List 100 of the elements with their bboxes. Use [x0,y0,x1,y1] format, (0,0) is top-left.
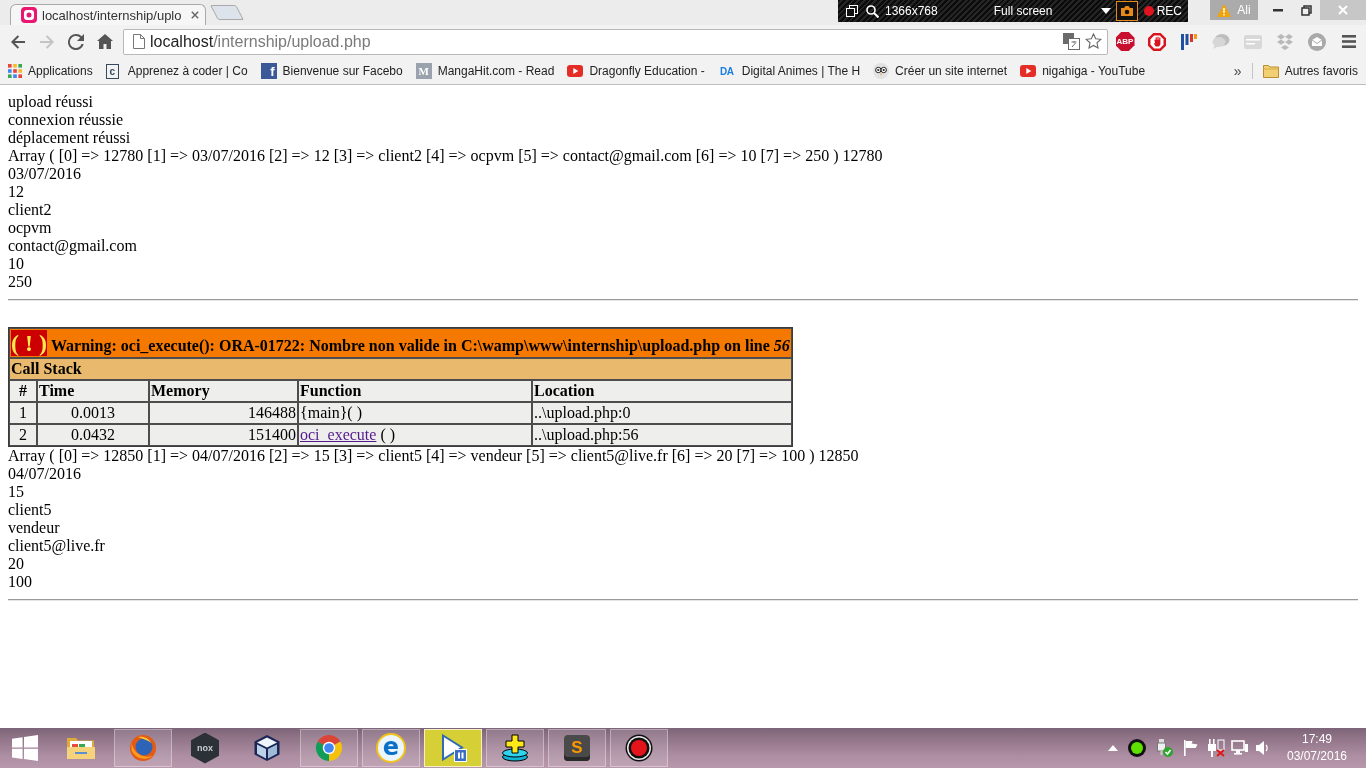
menu-icon[interactable] [1342,35,1356,48]
warning-symbol: ( ! ) [11,330,47,356]
network-icon[interactable] [1231,740,1249,756]
caret-icon[interactable] [1100,8,1111,14]
overlapping-squares-icon[interactable] [846,5,858,17]
taskbar-button[interactable]: nox [176,729,234,767]
folder-icon [1262,64,1279,78]
close-icon[interactable] [191,11,200,19]
text-line: contact@gmail.com [8,237,137,255]
app-logo: S [564,735,590,761]
address-field[interactable]: localhost/internship/upload.php [150,32,1058,51]
text-line: 15 [8,483,24,501]
camera-icon[interactable] [1115,1,1138,21]
search-icon[interactable] [866,4,879,18]
plug-check-icon[interactable] [1154,739,1173,757]
column-header: Location [532,380,792,402]
extension-button[interactable]: ABP [1115,32,1135,51]
column-header: Function [298,380,532,402]
bookmark[interactable]: nigahiga - YouTube [1016,60,1150,82]
text-line: client2 [8,201,52,219]
hand-stop-icon[interactable] [1148,32,1166,51]
text-line: upload réussi [8,93,93,111]
table-cell: oci_execute ( ) [298,424,532,446]
text-line: 12 [8,183,24,201]
function-link[interactable]: oci_execute [300,426,377,443]
play-icon [439,734,467,762]
text-line: ocpvm [8,219,52,237]
plus-stack-icon [501,734,529,762]
video-play-icon [567,65,584,77]
apps-grid-icon [8,64,22,78]
text-line: déplacement réussi [8,129,131,147]
bookmark-folder[interactable]: Autres favoris [1258,60,1362,82]
call-stack-header: Call Stack [9,358,792,380]
text-line: 250 [8,273,32,291]
clock-date: 03/07/2016 [1286,748,1348,765]
bookmark[interactable]: f Bienvenue sur Facebo [256,60,407,82]
clock-time: 17:49 [1302,731,1332,748]
text-line: client5 [8,501,52,519]
site-logo: f [260,63,277,79]
bars-icon[interactable] [1181,33,1197,50]
table-cell: ..\upload.php:56 [532,424,792,446]
address-bar[interactable]: localhost/internship/upload.php [123,28,1108,55]
bookmark[interactable]: DA Digital Animes | The H [713,60,865,82]
record-status: REC [1156,4,1182,18]
table-cell: 2 [9,424,37,446]
browser-tab[interactable]: localhost/internship/uplo [10,4,206,25]
video-play-icon [1020,65,1037,77]
table-cell: 0.0013 [37,402,149,424]
warning-message: Warning: oci_execute(): ORA-01722: Nombre non valide in C:\wamp\www\internship\upload.php on line 56 [51,337,790,354]
text-line: 03/07/2016 [8,165,81,183]
column-header: Memory [149,380,298,402]
bookmark[interactable]: Dragonfly Education - [563,60,709,82]
triangle-up-icon[interactable] [1108,745,1118,751]
record-dot-icon [1143,6,1154,16]
plug-cross-icon[interactable] [1206,739,1225,757]
flag-icon[interactable] [1182,740,1199,756]
fox-globe-icon [129,734,157,762]
bookmark[interactable]: Créer un site internet [869,60,1012,82]
minimize-icon [1273,8,1283,12]
circle-logo-icon [315,734,343,762]
translate-icon[interactable] [1063,33,1080,50]
home-icon[interactable] [96,34,113,49]
bookmark[interactable]: M MangaHit.com - Read [411,60,559,82]
text-line: 20 [8,555,24,573]
window-panes-icon [12,735,38,761]
taskbar-button[interactable]: S [548,729,606,767]
text-line: 10 [8,255,24,273]
column-header: Time [37,380,149,402]
site-logo-icon [21,7,37,23]
text-line: Array ( [0] => 12850 [1] => 04/07/2016 [2] => 15 [3] => client5 [4] => vendeur [5] => client5@live.fr [6] => 20 [7] => 100 ) 12850 [8,447,859,465]
star-icon[interactable] [1085,33,1102,50]
reload-icon[interactable] [67,33,84,50]
speaker-icon[interactable] [1256,740,1270,756]
text-line: 04/07/2016 [8,465,81,483]
table-cell: 0.0432 [37,424,149,446]
mode-selector[interactable]: Full screen [993,4,1053,18]
text-line: client5@live.fr [8,537,105,555]
text-line: 100 [8,573,32,591]
bookmark[interactable]: c Apprenez à coder | Co [101,60,252,82]
back-icon[interactable] [9,33,26,50]
taskbar-button[interactable]: e [362,729,420,767]
cube-icon [253,734,281,762]
site-logo: DA [719,64,735,79]
owl-icon [873,63,890,79]
table-cell: ..\upload.php:0 [532,402,792,424]
resolution-label: 1366x768 [885,4,938,18]
taskbar-button[interactable] [610,729,668,767]
page-icon [133,34,145,49]
taskbar-button[interactable] [486,729,544,767]
ball-icon[interactable] [1128,739,1146,757]
app-logo: e [376,733,406,763]
close-icon [1338,5,1348,15]
bookmarks-overflow[interactable]: » [1227,63,1248,79]
bookmark[interactable]: Applications [4,60,97,82]
table-cell: 146488 [149,402,298,424]
restore-icon [1300,4,1312,16]
table-cell: {main}( ) [298,402,532,424]
table-cell: 1 [9,402,37,424]
text-line: connexion réussie [8,111,124,129]
app-logo: nox [191,732,219,764]
